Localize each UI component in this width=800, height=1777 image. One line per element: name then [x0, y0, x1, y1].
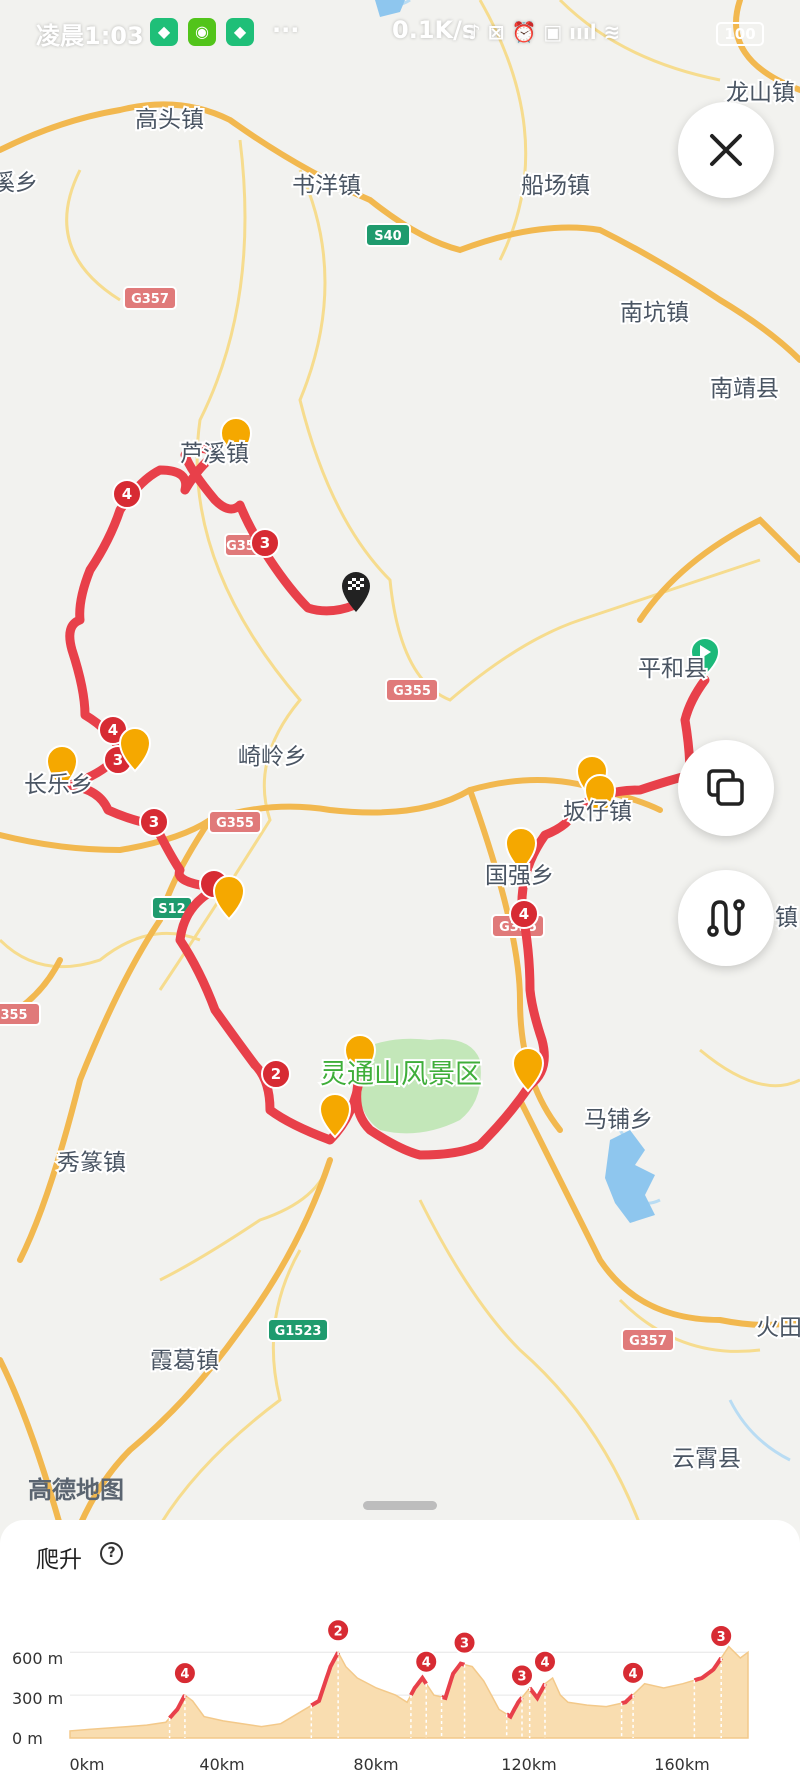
close-icon — [710, 134, 742, 166]
status-bar: 凌晨1:03 ◆ ◉ ◆ ··· 0.1K/s ♪ ⊠ ⏰ ▣ ıııl ≋ 1… — [0, 0, 800, 66]
close-button[interactable] — [678, 102, 774, 198]
x-tick-label: 160km — [654, 1755, 709, 1774]
more-icon: ··· — [272, 16, 300, 44]
route-button[interactable] — [678, 870, 774, 966]
climb-badge-label: 4 — [422, 1656, 431, 1671]
climb-badge: 4 — [414, 1649, 439, 1674]
battery-indicator: 100 — [716, 22, 764, 46]
y-tick-label: 300 m — [12, 1689, 63, 1708]
climb-marker: 4 — [122, 485, 132, 503]
climb-badge: 4 — [532, 1649, 557, 1674]
place-label: 溪乡 — [0, 170, 38, 196]
status-icons: ♪ ⊠ ⏰ ▣ ıııl ≋ — [468, 20, 621, 44]
climb-badge: 3 — [452, 1630, 477, 1655]
layers-button[interactable] — [678, 740, 774, 836]
place-label: 长乐乡 — [24, 772, 93, 798]
place-label: 霞葛镇 — [150, 1348, 219, 1374]
place-label: 崎岭乡 — [238, 744, 307, 770]
place-label: 南靖县 — [710, 376, 779, 402]
elevation-chart[interactable]: 42433443 600 m 300 m 0 m 0km 40km 80km 1… — [0, 1520, 800, 1777]
y-tick-label: 600 m — [12, 1649, 63, 1668]
layers-icon — [707, 769, 744, 806]
climb-badge-label: 3 — [460, 1637, 469, 1652]
road-label: S40 — [374, 229, 401, 244]
elevation-area — [69, 1645, 749, 1739]
place-label: 高头镇 — [135, 107, 204, 133]
climb-badge-label: 3 — [717, 1630, 726, 1645]
place-label: 火田 — [756, 1315, 800, 1341]
x-tick-label: 80km — [353, 1755, 398, 1774]
app-icon: ◉ — [188, 18, 216, 46]
shield-icon: ◆ — [226, 18, 254, 46]
place-label: 龙山镇 — [726, 80, 795, 106]
climb-badge: 4 — [621, 1660, 646, 1685]
climb-marker: 4 — [519, 905, 529, 923]
place-label: 国强乡 — [485, 863, 554, 889]
route-icon — [707, 899, 745, 937]
place-label: 芦溪镇 — [180, 441, 249, 467]
place-label: 坂仔镇 — [563, 799, 632, 825]
place-label: 南坑镇 — [620, 300, 689, 326]
place-label: 马铺乡 — [584, 1107, 653, 1133]
place-label: 云霄县 — [672, 1446, 741, 1472]
sheet-drag-handle[interactable] — [363, 1501, 437, 1510]
road-label: G357 — [629, 1334, 667, 1349]
shield-icon: ◆ — [150, 18, 178, 46]
x-tick-label: 120km — [501, 1755, 556, 1774]
climb-badge: 4 — [172, 1661, 197, 1686]
climb-badge-label: 4 — [540, 1656, 549, 1671]
road-label: G357 — [131, 292, 169, 307]
climb-badge-label: 4 — [629, 1667, 638, 1682]
x-tick-label: 0km — [69, 1755, 104, 1774]
place-label: 书洋镇 — [292, 173, 361, 199]
elevation-sheet: 爬升 ? 42433443 600 m 300 m 0 m 0km 40km 8… — [0, 1520, 800, 1777]
scenic-area-label: 灵通山风景区 — [320, 1059, 482, 1090]
climb-marker: 4 — [108, 721, 118, 739]
road-label: G355 — [393, 684, 431, 699]
map-watermark: 高德地图 — [28, 1476, 124, 1504]
place-label: 镇 — [775, 905, 798, 931]
climb-badge: 3 — [709, 1624, 734, 1648]
y-tick-label: 0 m — [12, 1729, 43, 1748]
climb-marker: 3 — [149, 813, 159, 831]
road-label: G355 — [216, 816, 254, 831]
climb-marker: 3 — [260, 534, 270, 552]
climb-badge-label: 2 — [334, 1624, 343, 1639]
place-label: 秀篆镇 — [57, 1150, 126, 1176]
road-label: 355 — [0, 1008, 27, 1023]
map-view[interactable]: S40 G357 G355 G355 S12 G355 G355 G1523 G… — [0, 0, 800, 1525]
road-label: S12 — [158, 902, 185, 917]
x-tick-label: 40km — [199, 1755, 244, 1774]
climb-marker: 2 — [271, 1065, 281, 1083]
climb-badge: 3 — [510, 1663, 534, 1688]
road-label: G1523 — [275, 1324, 322, 1339]
place-label: 船场镇 — [521, 173, 590, 199]
network-speed: 0.1K/s — [392, 16, 477, 44]
climb-badge: 2 — [326, 1618, 351, 1643]
climb-badge-label: 4 — [180, 1667, 189, 1682]
place-label: 平和县 — [638, 656, 707, 682]
climb-badge-label: 3 — [517, 1670, 526, 1685]
status-time: 凌晨1:03 — [36, 22, 144, 50]
